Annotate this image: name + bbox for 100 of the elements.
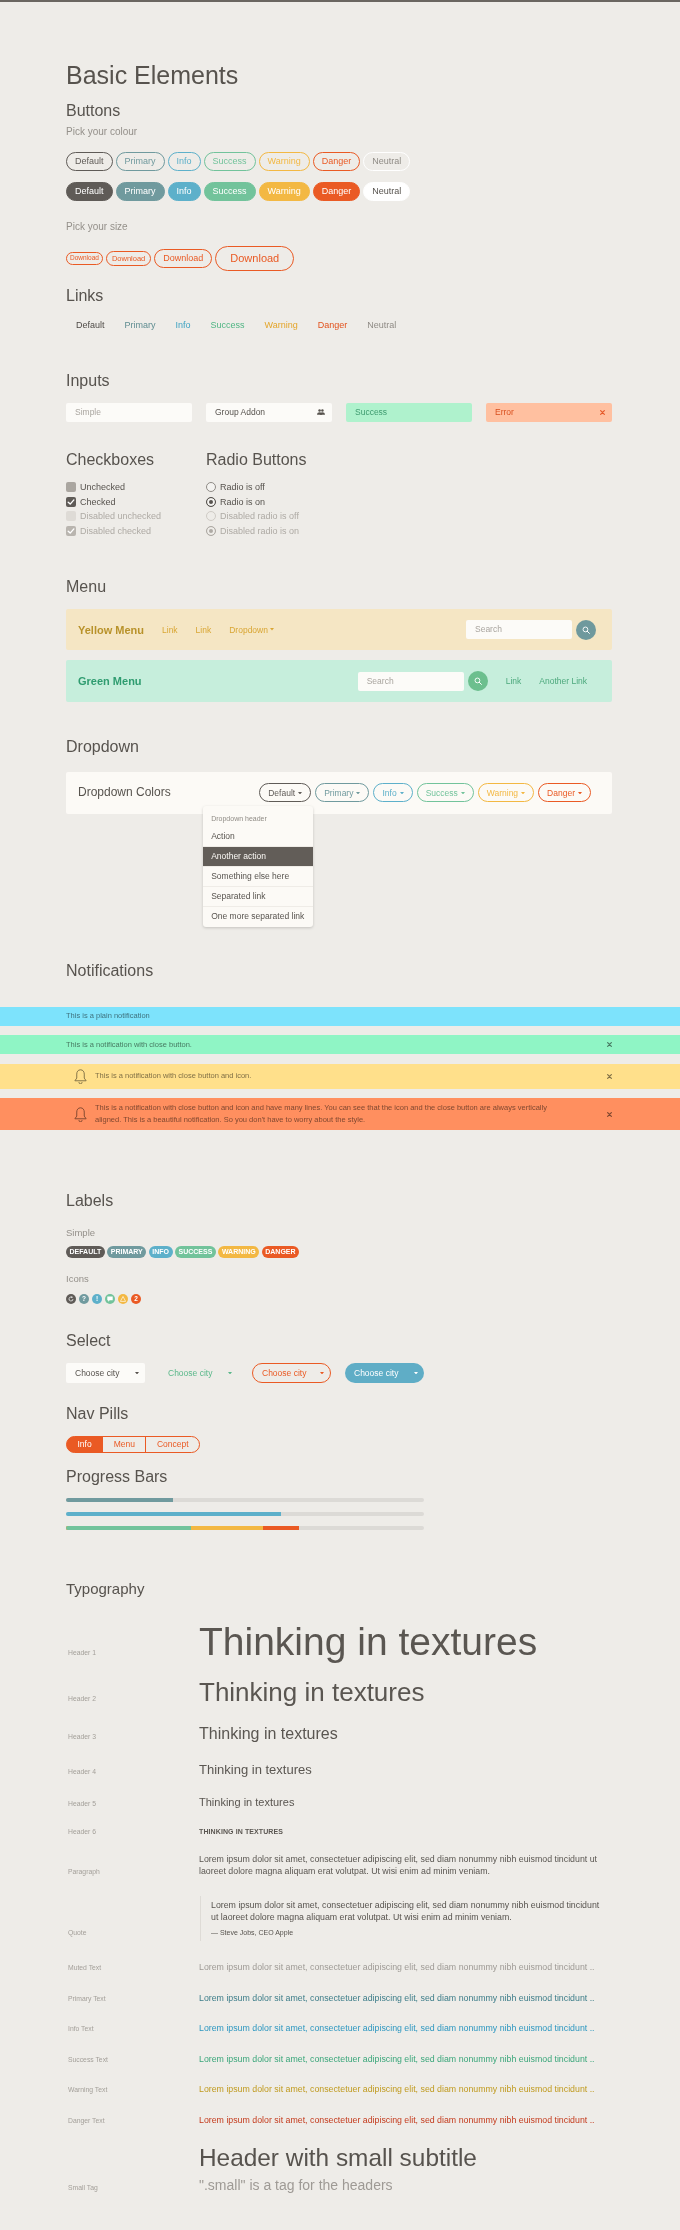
text-link[interactable]: Default <box>66 319 115 331</box>
search-field[interactable]: Search <box>357 671 464 691</box>
checkbox[interactable] <box>66 496 76 507</box>
radio-label: Radio is off <box>220 481 265 494</box>
section-heading: Inputs <box>66 371 110 391</box>
text-link[interactable]: Danger <box>307 319 358 331</box>
section-heading: Links <box>66 286 104 305</box>
close-icon[interactable] <box>607 1111 612 1117</box>
city-select[interactable]: Choose city <box>159 1362 238 1383</box>
quote-text: Lorem ipsum dolor sit amet, consectetuer adipiscing elit, sed diam nonummy nibh euismod tincidunt ut laoreet dolore magna aliquam erat volutpat. Ut wisi enim ad minim veniam. <box>211 1900 601 1924</box>
text-link[interactable]: Neutral <box>357 319 407 331</box>
filled-button[interactable]: Success <box>203 182 256 201</box>
heading-sample: Thinking in textures <box>199 1723 338 1744</box>
sample-header: Header with small subtitle <box>199 2143 477 2173</box>
checkmark-icon <box>67 497 75 506</box>
filled-button[interactable]: Primary <box>115 182 165 201</box>
section-heading: Checkboxes <box>66 450 155 469</box>
input-field[interactable]: Simple <box>66 403 192 422</box>
filled-button[interactable]: Info <box>167 182 201 201</box>
page-title: Basic Elements <box>66 60 239 90</box>
heading-sample: Thinking in textures <box>199 1677 425 1709</box>
close-icon[interactable] <box>607 1073 612 1079</box>
section-heading: Buttons <box>66 101 121 120</box>
checkbox[interactable] <box>66 482 76 493</box>
section-heading: Menu <box>66 577 107 597</box>
sample-text: Lorem ipsum dolor sit amet, consectetuer adipiscing elit, sed diam nonummy nibh euismod tincidunt .. <box>199 2022 595 2035</box>
sample-text: Lorem ipsum dolor sit amet, consectetuer adipiscing elit, sed diam nonummy nibh euismod tincidunt .. <box>199 2052 595 2065</box>
close-icon[interactable] <box>600 410 605 415</box>
section-caption: Pick your colour <box>66 126 138 138</box>
input-field[interactable]: Group Addon <box>206 403 332 422</box>
text-link[interactable]: Success <box>200 319 255 331</box>
heading-sample: Thinking in textures <box>199 1618 538 1665</box>
paragraph: Lorem ipsum dolor sit amet, consectetuer adipiscing elit, sed diam nonummy nibh euismod tincidunt ut laoreet dolore magna aliquam erat volutpat. Ut wisi enim ad minim veniam. <box>199 1853 598 1878</box>
menu-item[interactable]: Separated link <box>203 886 314 907</box>
caret-icon <box>356 791 361 795</box>
filled-button[interactable]: Default <box>66 182 113 201</box>
nav-pill[interactable]: Info <box>66 1435 104 1453</box>
city-select[interactable]: Choose city <box>66 1362 145 1383</box>
text-link[interactable]: Warning <box>254 319 308 331</box>
caret-icon <box>521 791 526 795</box>
search-field[interactable]: Search <box>466 620 572 640</box>
section-heading: Radio Buttons <box>206 450 307 469</box>
city-select[interactable]: Choose city <box>345 1362 424 1383</box>
section-heading: Labels <box>66 1191 114 1211</box>
radio-label: Radio is on <box>220 495 266 508</box>
users-icon <box>317 409 325 416</box>
caret-icon <box>228 1371 232 1375</box>
section-caption: Icons <box>66 1273 89 1286</box>
search-button[interactable] <box>576 619 596 640</box>
sample-text: Lorem ipsum dolor sit amet, consectetuer adipiscing elit, sed diam nonummy nibh euismod tincidunt .. <box>199 1961 595 1974</box>
caret-icon <box>460 791 465 795</box>
menu-link[interactable]: Link <box>496 675 531 688</box>
checkbox-label: Disabled unchecked <box>80 510 162 523</box>
menu-item[interactable]: Action <box>203 826 314 847</box>
filled-button[interactable]: Danger <box>312 182 361 201</box>
radio-label: Disabled radio is on <box>220 525 300 538</box>
sample-text: Lorem ipsum dolor sit amet, consectetuer adipiscing elit, sed diam nonummy nibh euismod tincidunt .. <box>199 1991 595 2004</box>
heading-sample: Thinking in textures <box>199 1795 295 1809</box>
section-heading: Dropdown <box>66 737 139 757</box>
radio-button[interactable] <box>206 482 216 493</box>
text-link[interactable]: Info <box>165 319 201 331</box>
input-field[interactable]: Success <box>346 403 472 422</box>
section-heading: Nav Pills <box>66 1403 129 1423</box>
checkbox-label: Checked <box>80 495 116 508</box>
filled-button[interactable]: Warning <box>258 182 310 201</box>
menu-link[interactable]: Link <box>153 623 187 636</box>
radio-label: Disabled radio is off <box>220 510 299 523</box>
section-caption: Simple <box>66 1227 96 1240</box>
section-heading: Notifications <box>66 960 154 980</box>
heading-sample: Thinking in textures <box>199 1761 312 1778</box>
menu-brand: Green Menu <box>78 674 142 689</box>
search-icon <box>473 677 482 686</box>
checkbox-label: Disabled checked <box>80 525 152 538</box>
menu-item[interactable]: Something else here <box>203 866 314 887</box>
menu-item[interactable]: Another action <box>203 846 314 867</box>
header-subtitle: ".small" is a tag for the headers <box>199 2177 393 2195</box>
menu-link[interactable]: Dropdown <box>220 623 284 636</box>
sample-text: Lorem ipsum dolor sit amet, consectetuer adipiscing elit, sed diam nonummy nibh euismod tincidunt .. <box>199 2083 595 2096</box>
search-button[interactable] <box>467 671 488 692</box>
nav-pill[interactable]: Menu <box>102 1435 147 1453</box>
section-heading: Progress Bars <box>66 1466 168 1486</box>
caret-icon <box>414 1371 418 1375</box>
menu-item[interactable]: One more separated link <box>203 906 314 927</box>
close-icon[interactable] <box>607 1042 612 1048</box>
input-field[interactable]: Error <box>486 403 612 422</box>
checkbox-label: Unchecked <box>80 481 126 494</box>
section-heading: Typography <box>66 1579 145 1598</box>
sample-text: Lorem ipsum dolor sit amet, consectetuer adipiscing elit, sed diam nonummy nibh euismod tincidunt .. <box>199 2113 595 2126</box>
caret-icon <box>135 1371 139 1375</box>
filled-button[interactable]: Neutral <box>363 182 411 201</box>
section-caption: Pick your size <box>66 220 128 233</box>
search-icon <box>582 625 590 634</box>
checkmark-icon <box>67 527 75 536</box>
caret-icon <box>399 791 404 795</box>
section-heading: Select <box>66 1330 111 1350</box>
menu-link[interactable]: Another Link <box>530 675 596 688</box>
menu-brand: Yellow Menu <box>78 622 144 637</box>
menu-link[interactable]: Link <box>186 623 221 636</box>
radio-button[interactable] <box>206 496 216 507</box>
text-link[interactable]: Primary <box>114 319 166 331</box>
